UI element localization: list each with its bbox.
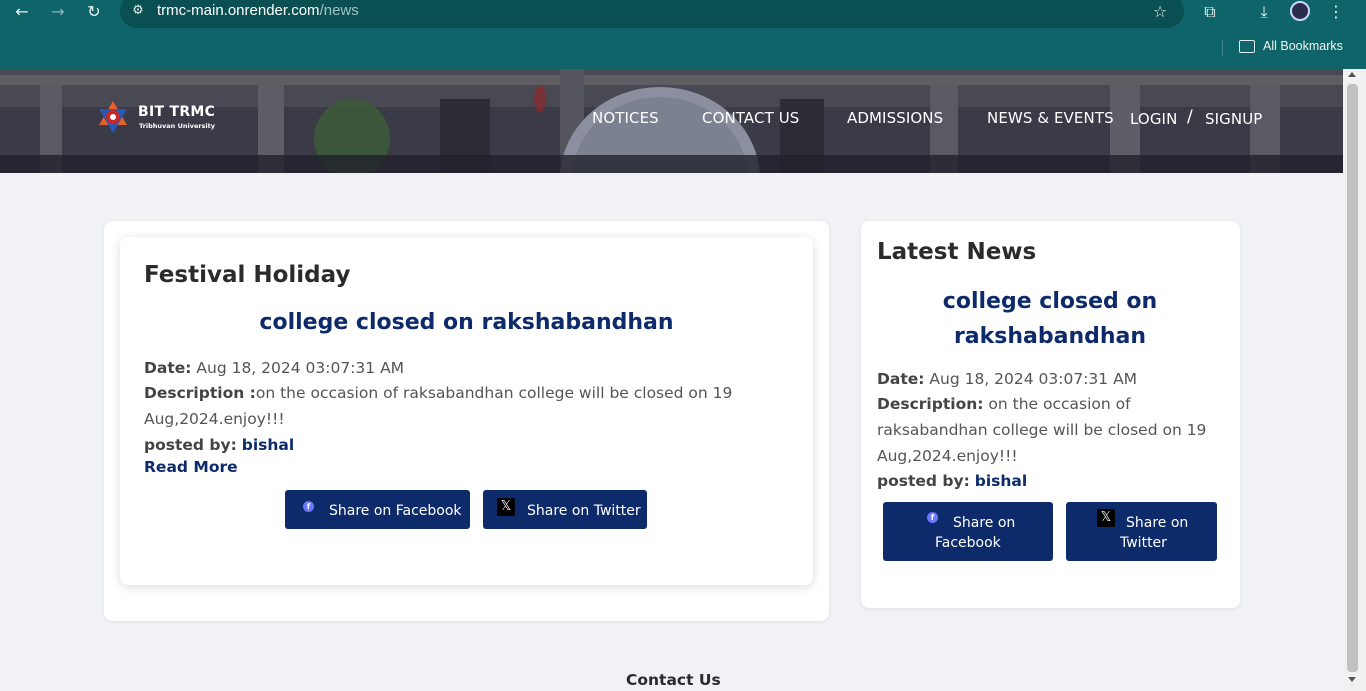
date-label: Date: (144, 359, 192, 377)
description-text-line2: Aug,2024.enjoy!!! (144, 410, 285, 428)
nav-signup[interactable]: SIGNUP (1205, 110, 1262, 128)
url-host: trmc-main.onrender.com (157, 2, 320, 19)
college-logo-icon[interactable] (96, 100, 130, 134)
latest-description-label: Description: (877, 395, 984, 413)
nav-admissions[interactable]: ADMISSIONS (847, 109, 943, 127)
news-title: college closed on rakshabandhan (259, 310, 674, 335)
share-facebook-label: Share on Facebook (329, 503, 462, 519)
back-arrow-icon[interactable]: ← (10, 1, 34, 23)
browser-toolbar: ← → ↻ ⚙ trmc-main.onrender.com/news ☆ ⧉ … (0, 0, 1366, 28)
news-description: Description :on the occasion of raksaban… (144, 380, 784, 432)
read-more-link[interactable]: Read More (144, 458, 238, 476)
url-path: /news (319, 2, 359, 19)
latest-news-description: Description: on the occasion of raksaban… (877, 391, 1227, 469)
share-twitter-button[interactable]: 𝕏 Share on Twitter (483, 490, 647, 529)
bookmarks-divider (1222, 40, 1223, 56)
bookmarks-bar: All Bookmarks (0, 32, 1366, 62)
latest-share-twitter-line2: Twitter (1120, 535, 1167, 551)
download-icon[interactable]: ⤓ (1252, 1, 1276, 23)
facebook-icon: f (303, 501, 314, 512)
latest-description-line1: on the occasion of (988, 395, 1131, 413)
latest-posted-by-label: posted by: (877, 472, 970, 490)
nav-notices[interactable]: NOTICES (592, 109, 659, 127)
reload-icon[interactable]: ↻ (82, 1, 106, 23)
latest-news-posted-by: posted by: bishal (877, 468, 1027, 494)
browser-menu-icon[interactable]: ⋮ (1324, 1, 1348, 23)
latest-news-heading: Latest News (877, 239, 1037, 265)
latest-title-line1: college closed on (942, 289, 1158, 314)
latest-share-facebook-line1: Share on (953, 515, 1016, 531)
contact-us-heading: Contact Us (626, 671, 721, 689)
folder-icon[interactable] (1239, 40, 1255, 53)
latest-news-date: Date: Aug 18, 2024 03:07:31 AM (877, 366, 1137, 392)
nav-login[interactable]: LOGIN (1130, 110, 1177, 128)
news-posted-by: posted by: bishal (144, 432, 294, 458)
url-text[interactable]: trmc-main.onrender.com/news (157, 2, 359, 19)
nav-news-events[interactable]: NEWS & EVENTS (987, 109, 1114, 127)
latest-share-twitter-line1: Share on (1126, 515, 1189, 531)
latest-share-twitter-button[interactable]: 𝕏 Share on Twitter (1066, 502, 1217, 561)
latest-date-label: Date: (877, 370, 925, 388)
profile-avatar-icon[interactable] (1290, 1, 1310, 21)
scroll-up-arrow-icon[interactable] (1348, 72, 1356, 77)
browser-chrome: ← → ↻ ⚙ trmc-main.onrender.com/news ☆ ⧉ … (0, 0, 1366, 69)
latest-description-line2: raksabandhan college will be closed on 1… (877, 421, 1207, 439)
latest-news-title: college closed on rakshabandhan (877, 284, 1223, 354)
logo-title[interactable]: BIT TRMC (138, 104, 215, 120)
news-category-heading: Festival Holiday (144, 262, 351, 288)
posted-by-author: bishal (241, 436, 295, 454)
forward-arrow-icon[interactable]: → (46, 1, 70, 23)
extensions-icon[interactable]: ⧉ (1198, 1, 1222, 23)
latest-description-line3: Aug,2024.enjoy!!! (877, 447, 1018, 465)
share-facebook-button[interactable]: f Share on Facebook (285, 490, 470, 529)
x-icon: 𝕏 (1097, 509, 1115, 527)
latest-share-facebook-button[interactable]: f Share on Facebook (883, 502, 1053, 561)
latest-date-value: Aug 18, 2024 03:07:31 AM (929, 370, 1138, 388)
all-bookmarks-link[interactable]: All Bookmarks (1263, 39, 1343, 53)
logo-subtitle: Tribhuvan University (139, 122, 216, 130)
latest-posted-by-author: bishal (974, 472, 1028, 490)
nav-contact-us[interactable]: CONTACT US (702, 109, 799, 127)
share-twitter-label: Share on Twitter (527, 503, 641, 519)
site-info-icon[interactable]: ⚙ (128, 1, 148, 21)
description-text-line1: on the occasion of raksabandhan college … (255, 384, 733, 402)
scroll-down-arrow-icon[interactable] (1348, 677, 1356, 682)
news-date: Date: Aug 18, 2024 03:07:31 AM (144, 355, 404, 381)
latest-title-line2: rakshabandhan (953, 324, 1147, 349)
scrollbar-thumb[interactable] (1347, 84, 1358, 672)
x-icon: 𝕏 (497, 498, 515, 516)
site-header: BIT TRMC Tribhuvan University NOTICES CO… (0, 69, 1343, 173)
date-value: Aug 18, 2024 03:07:31 AM (196, 359, 405, 377)
facebook-icon: f (927, 512, 938, 523)
nav-separator: / (1187, 107, 1193, 127)
latest-share-facebook-line2: Facebook (935, 535, 1001, 551)
bookmark-star-icon[interactable]: ☆ (1148, 1, 1172, 23)
description-label: Description : (144, 384, 256, 402)
posted-by-label: posted by: (144, 436, 237, 454)
